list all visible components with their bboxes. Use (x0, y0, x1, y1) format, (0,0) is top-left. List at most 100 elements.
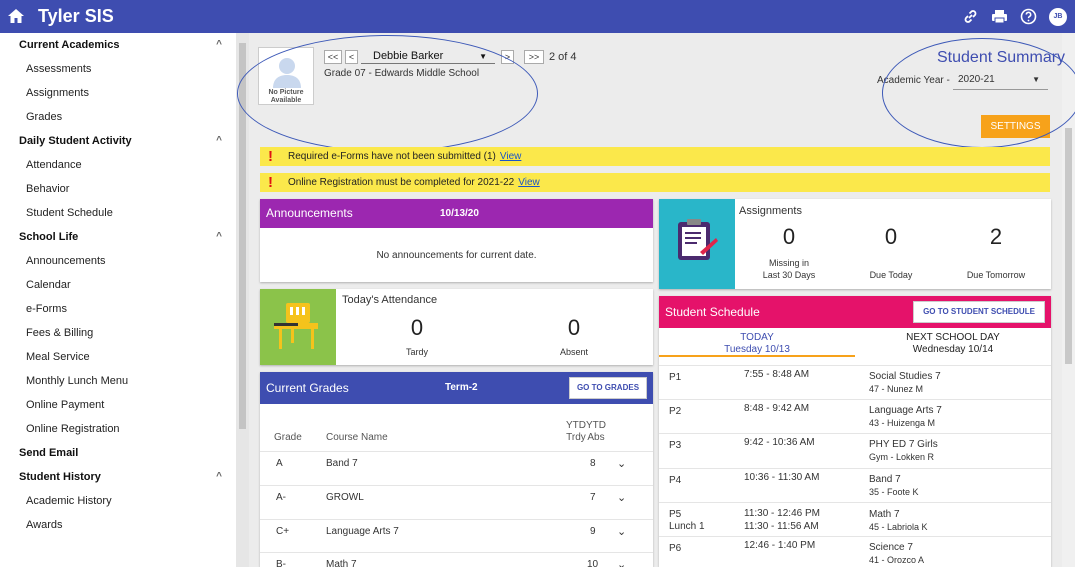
course-name: GROWL (326, 492, 364, 503)
sidebar-item-assignments[interactable]: Assignments (0, 81, 236, 105)
sidebar-item-attendance[interactable]: Attendance (0, 153, 236, 177)
grade-row[interactable]: A Band 7 8 ⌄ (260, 451, 653, 475)
sidebar-group-current-academics[interactable]: Current Academics ^ (0, 33, 236, 57)
room-teacher: 43 - Huizenga M (869, 418, 936, 428)
help-icon[interactable] (1020, 8, 1037, 25)
sidebar-item-fees-billing[interactable]: Fees & Billing (0, 321, 236, 345)
schedule-row[interactable]: P1 7:55 - 8:48 AM Social Studies 7 47 - … (659, 365, 1051, 399)
alert-view-link[interactable]: View (518, 177, 540, 188)
room-teacher: 41 - Orozco A (869, 555, 925, 565)
tab-today[interactable]: TODAY Tuesday 10/13 (659, 329, 855, 357)
sidebar-item-behavior[interactable]: Behavior (0, 177, 236, 201)
course-name: PHY ED 7 Girls (869, 439, 938, 450)
attendance-tardy-count[interactable]: 0 (387, 315, 447, 341)
sidebar-group-label: School Life (19, 231, 79, 243)
period: P4 (669, 475, 682, 486)
period-time: 9:42 - 10:36 AM (744, 437, 815, 448)
sidebar-item-e-forms[interactable]: e-Forms (0, 297, 236, 321)
schedule-row[interactable]: P3 9:42 - 10:36 AM PHY ED 7 Girls Gym - … (659, 433, 1051, 468)
course-name: Band 7 (869, 474, 901, 485)
grades-card: Current Grades Term-2 GO TO GRADES Grade… (260, 372, 653, 567)
ytd-abs-value: 7 (590, 492, 596, 503)
sidebar-item-online-registration[interactable]: Online Registration (0, 417, 236, 441)
chevron-down-icon[interactable]: ⌄ (617, 553, 626, 567)
schedule-row[interactable]: P2 8:48 - 9:42 AM Language Arts 7 43 - H… (659, 399, 1051, 433)
chevron-down-icon[interactable]: ⌄ (617, 520, 626, 544)
go-to-grades-button[interactable]: GO TO GRADES (569, 377, 647, 399)
period-time: 12:46 - 1:40 PM (744, 540, 816, 551)
grade-row[interactable]: C+ Language Arts 7 9 ⌄ (260, 519, 653, 543)
alert-text: Required e-Forms have not been submitted… (288, 151, 496, 162)
chevron-up-icon: ^ (216, 135, 222, 146)
room-teacher: 45 - Labriola K (869, 522, 928, 532)
assignments-title: Assignments (739, 205, 802, 217)
course-name: Math 7 (326, 559, 357, 567)
assignments-missing-count[interactable]: 0 (759, 224, 819, 250)
attendance-absent-count[interactable]: 0 (544, 315, 604, 341)
sidebar-item-awards[interactable]: Awards (0, 513, 236, 537)
go-to-schedule-button[interactable]: GO TO STUDENT SCHEDULE (913, 301, 1045, 323)
sidebar-group-daily-student-activity[interactable]: Daily Student Activity ^ (0, 129, 236, 153)
print-icon[interactable] (991, 8, 1008, 25)
link-icon[interactable] (962, 8, 979, 25)
chevron-down-icon[interactable]: ⌄ (617, 452, 626, 476)
sidebar-group-school-life[interactable]: School Life ^ (0, 225, 236, 249)
period-sub-time: 11:30 - 11:56 AM (744, 521, 819, 532)
grades-term: Term-2 (445, 382, 478, 393)
grade-letter: A (276, 458, 283, 469)
grade-row[interactable]: A- GROWL 7 ⌄ (260, 485, 653, 509)
grade-letter: C+ (276, 526, 290, 537)
course-name: Social Studies 7 (869, 371, 941, 382)
clipboard-icon (678, 219, 718, 260)
sidebar-item-monthly-lunch-menu[interactable]: Monthly Lunch Menu (0, 369, 236, 393)
schedule-row[interactable]: P4 10:36 - 11:30 AM Band 7 35 - Foote K (659, 468, 1051, 502)
period-sub: Lunch 1 (669, 521, 705, 532)
attendance-icon-bg (260, 289, 336, 365)
period: P6 (669, 543, 682, 554)
assignments-due-tomorrow-count[interactable]: 2 (966, 224, 1026, 250)
sidebar-item-assessments[interactable]: Assessments (0, 57, 236, 81)
assignments-icon-bg (659, 199, 735, 289)
last-student-button[interactable]: >> (524, 50, 544, 64)
announcements-empty: No announcements for current date. (376, 250, 537, 261)
annotation-oval (237, 35, 538, 152)
chevron-down-icon[interactable]: ⌄ (617, 486, 626, 510)
course-name: Math 7 (869, 509, 900, 520)
sidebar-item-student-schedule[interactable]: Student Schedule (0, 201, 236, 225)
grade-letter: B- (276, 559, 286, 567)
sidebar-item-meal-service[interactable]: Meal Service (0, 345, 236, 369)
course-name: Science 7 (869, 542, 913, 553)
sidebar-item-announcements[interactable]: Announcements (0, 249, 236, 273)
scrollbar-thumb[interactable] (1065, 128, 1072, 364)
period: P1 (669, 372, 682, 383)
sidebar-group-label: Current Academics (19, 39, 120, 51)
course-name: Language Arts 7 (326, 526, 399, 537)
period: P3 (669, 440, 682, 451)
alert-view-link[interactable]: View (500, 151, 522, 162)
room-teacher: 35 - Foote K (869, 487, 919, 497)
sidebar-group-label: Send Email (19, 447, 79, 459)
app-title[interactable]: Tyler SIS (38, 6, 114, 27)
grade-row[interactable]: B- Math 7 10 ⌄ (260, 552, 653, 567)
attendance-card: Today's Attendance 0 Tardy 0 Absent (260, 289, 653, 365)
sidebar-group-student-history[interactable]: Student History ^ (0, 465, 236, 489)
sidebar-item-academic-history[interactable]: Academic History (0, 489, 236, 513)
schedule-card: Student Schedule GO TO STUDENT SCHEDULE … (659, 296, 1051, 567)
schedule-row[interactable]: P6 12:46 - 1:40 PM Science 7 41 - Orozco… (659, 536, 1051, 567)
tab-next-school-day[interactable]: NEXT SCHOOL DAY Wednesday 10/14 (855, 329, 1051, 357)
period-time: 7:55 - 8:48 AM (744, 369, 810, 380)
sidebar-item-online-payment[interactable]: Online Payment (0, 393, 236, 417)
alert-banner: ! Online Registration must be completed … (260, 173, 1050, 192)
exclamation-icon: ! (268, 148, 273, 165)
sidebar-item-grades[interactable]: Grades (0, 105, 236, 129)
home-icon[interactable] (7, 7, 25, 25)
student-position: 2 of 4 (549, 51, 577, 63)
exclamation-icon: ! (268, 174, 273, 191)
schedule-row[interactable]: P5 Lunch 1 11:30 - 12:46 PM 11:30 - 11:5… (659, 502, 1051, 536)
assignments-due-today-label: Due Today (869, 270, 913, 280)
assignments-due-today-count[interactable]: 0 (861, 224, 921, 250)
alert-text: Online Registration must be completed fo… (288, 177, 515, 188)
sidebar-item-calendar[interactable]: Calendar (0, 273, 236, 297)
user-avatar[interactable]: JB (1049, 8, 1067, 26)
sidebar-item-send-email[interactable]: Send Email (0, 441, 236, 465)
